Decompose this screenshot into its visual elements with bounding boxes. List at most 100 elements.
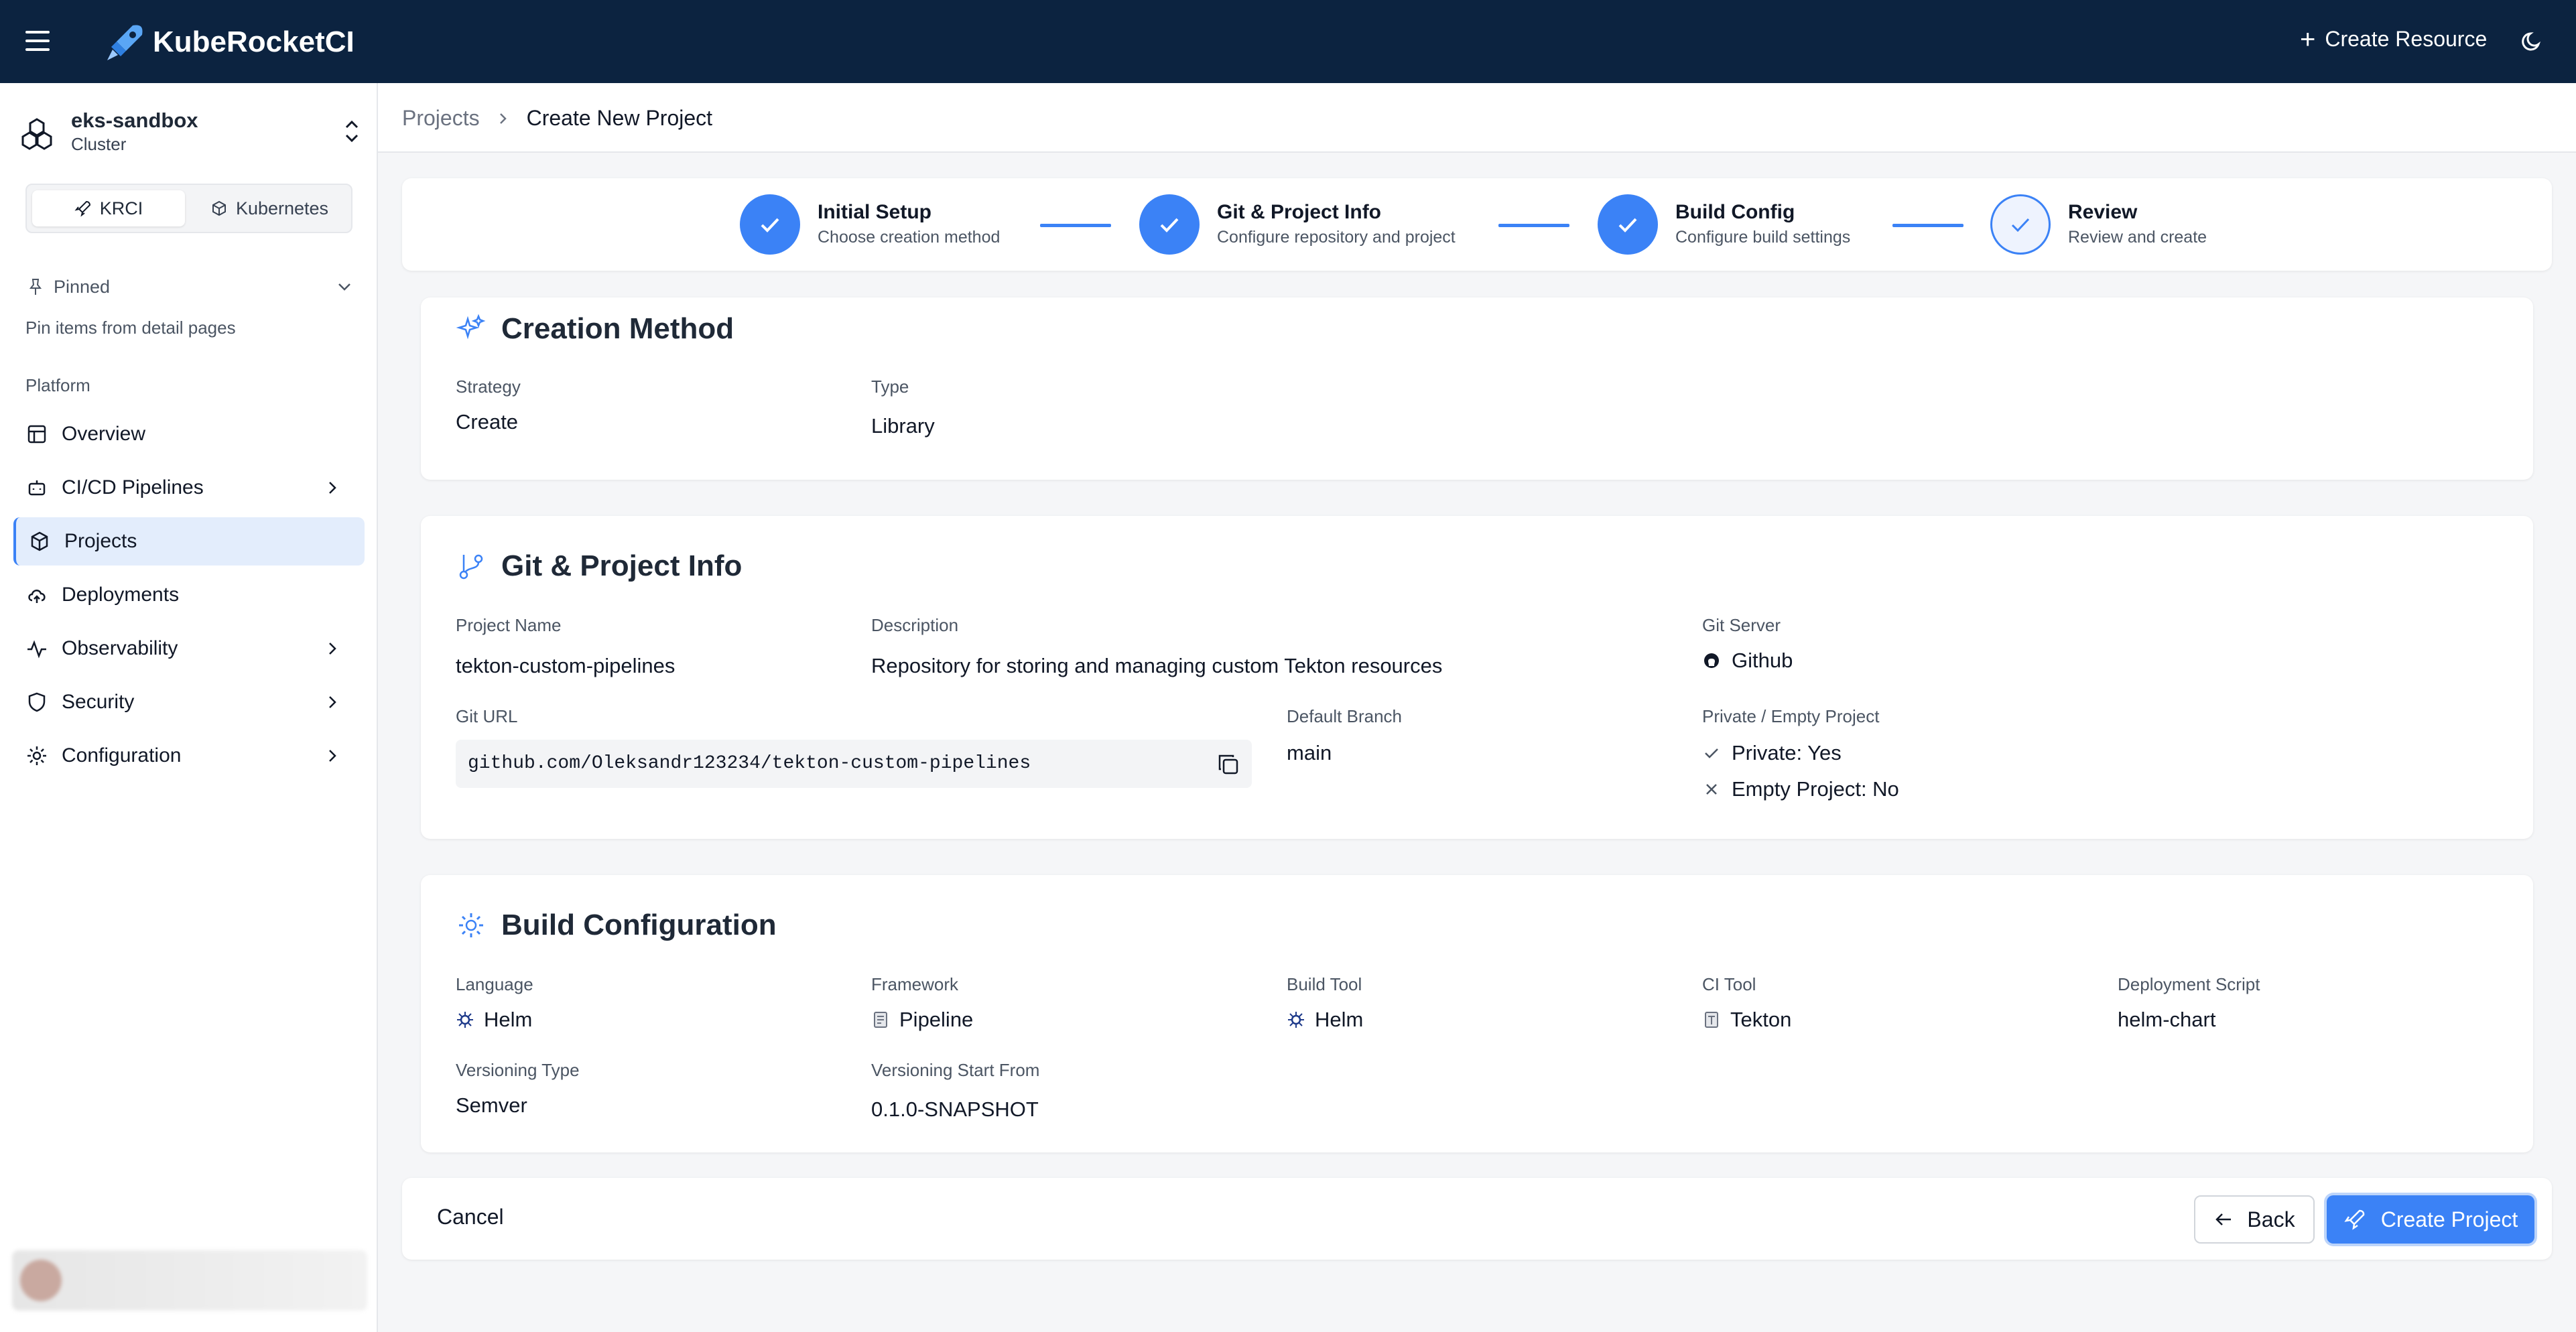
pinned-toggle[interactable]: Pinned (25, 273, 354, 300)
chevron-right-icon (329, 750, 336, 762)
cube-icon (212, 200, 226, 216)
sidebar-item-security[interactable]: Security (13, 678, 365, 726)
sparkles-icon (456, 314, 486, 340)
private-text: Private: Yes (1732, 741, 1842, 764)
step-connector (1498, 224, 1569, 227)
menu-icon[interactable] (25, 31, 50, 51)
strategy-label: Strategy (456, 377, 521, 397)
create-resource-button[interactable]: + Create Resource (2300, 24, 2488, 54)
default-branch-value: main (1287, 741, 1332, 764)
ci-tool-value: Tekton (1702, 1008, 1791, 1032)
step-initial-setup-indicator[interactable] (740, 194, 800, 255)
step-subtitle: Configure repository and project (1217, 228, 1456, 247)
plus-icon: + (2300, 24, 2316, 54)
user-profile[interactable] (12, 1250, 367, 1311)
project-name-value: tekton-custom-pipelines (456, 654, 675, 677)
sidebar-item-label: Overview (62, 423, 146, 445)
sidebar-item-label: Configuration (62, 744, 182, 767)
activity-icon (27, 640, 46, 659)
card-title: Build Configuration (456, 909, 777, 942)
tab-krci[interactable]: KRCI (32, 190, 185, 226)
git-server-text: Github (1732, 649, 1793, 672)
brand-name[interactable]: KubeRocketCI (153, 25, 355, 59)
view-switch: KRCI Kubernetes (25, 184, 352, 233)
sidebar-item-cicd-pipelines[interactable]: CI/CD Pipelines (13, 464, 365, 512)
chevrons-up-down-icon[interactable] (342, 117, 362, 146)
arrow-left-icon (2215, 1213, 2232, 1225)
git-url-value: github.com/Oleksandr123234/tekton-custom… (468, 753, 1031, 774)
language-value: Helm (456, 1008, 532, 1032)
github-icon (1704, 653, 1719, 668)
create-project-button[interactable]: Create Project (2327, 1195, 2534, 1244)
sidebar-item-projects[interactable]: Projects (13, 517, 365, 565)
chevron-right-icon (329, 482, 336, 494)
moon-icon[interactable] (2521, 29, 2545, 54)
type-value: Library (871, 414, 935, 438)
deployment-script-label: Deployment Script (2118, 974, 2260, 994)
step-git-project-indicator[interactable] (1139, 194, 1200, 255)
sidebar-item-overview[interactable]: Overview (13, 410, 365, 458)
create-project-label: Create Project (2380, 1207, 2518, 1231)
chevron-right-icon (329, 643, 336, 655)
sidebar-item-label: CI/CD Pipelines (62, 476, 204, 498)
language-label: Language (456, 974, 533, 994)
pin-icon (29, 279, 42, 295)
default-branch-label: Default Branch (1287, 706, 1402, 726)
type-label: Type (871, 377, 909, 397)
breadcrumb-projects-link[interactable]: Projects (402, 106, 480, 131)
sidebar: eks-sandbox Cluster KRCI Kubernetes Pinn… (0, 83, 378, 1332)
check-icon (1705, 748, 1718, 758)
step-review-indicator[interactable] (1990, 194, 2051, 255)
sidebar-item-deployments[interactable]: Deployments (13, 571, 365, 619)
step-title: Review (2068, 201, 2138, 223)
sidebar-item-configuration[interactable]: Configuration (13, 732, 365, 780)
gear-icon (27, 746, 46, 765)
rocket-icon (74, 200, 90, 217)
bot-icon (28, 480, 46, 496)
back-button[interactable]: Back (2194, 1195, 2315, 1244)
cluster-name[interactable]: eks-sandbox (71, 109, 198, 133)
versioning-start-value: 0.1.0-SNAPSHOT (871, 1097, 1039, 1121)
description-value: Repository for storing and managing cust… (871, 654, 1443, 677)
section-platform: Platform (25, 375, 90, 395)
cluster-type: Cluster (71, 134, 127, 154)
create-resource-label: Create Resource (2325, 27, 2488, 51)
tab-kubernetes[interactable]: Kubernetes (190, 190, 348, 226)
versioning-type-value: Semver (456, 1093, 527, 1117)
card-title: Git & Project Info (456, 549, 742, 583)
strategy-value: Create (456, 410, 519, 434)
helm-icon (1288, 1012, 1304, 1028)
back-label: Back (2247, 1207, 2295, 1231)
check-icon (1160, 218, 1179, 232)
step-connector (1040, 224, 1111, 227)
framework-text: Pipeline (899, 1008, 974, 1031)
tekton-icon (1705, 1012, 1718, 1028)
step-build-config-indicator[interactable] (1598, 194, 1658, 255)
framework-value: Pipeline (871, 1008, 973, 1032)
build-tool-label: Build Tool (1287, 974, 1362, 994)
pinned-hint: Pin items from detail pages (25, 318, 236, 338)
git-url-field: github.com/Oleksandr123234/tekton-custom… (456, 740, 1252, 788)
copy-icon[interactable] (1216, 752, 1241, 777)
versioning-type-label: Versioning Type (456, 1060, 580, 1080)
ci-tool-label: CI Tool (1702, 974, 1756, 994)
git-project-info-card: Git & Project Info Project Name tekton-c… (421, 516, 2533, 839)
check-icon (1618, 218, 1637, 232)
rocket-icon (2344, 1209, 2365, 1230)
language-text: Helm (484, 1008, 533, 1031)
pinned-label: Pinned (54, 276, 111, 297)
wizard-stepper: Initial Setup Choose creation method Git… (402, 178, 2552, 271)
step-title: Build Config (1675, 201, 1795, 223)
deployment-script-value: helm-chart (2118, 1008, 2216, 1031)
cancel-button[interactable]: Cancel (437, 1205, 504, 1229)
step-subtitle: Configure build settings (1675, 228, 1851, 247)
card-title: Creation Method (456, 312, 734, 346)
framework-label: Framework (871, 974, 959, 994)
step-title: Git & Project Info (1217, 201, 1382, 223)
git-url-label: Git URL (456, 706, 518, 726)
build-configuration-card: Build Configuration Language Helm Framew… (421, 875, 2533, 1152)
layout-icon (27, 425, 46, 444)
sidebar-item-observability[interactable]: Observability (13, 624, 365, 673)
cluster-icon (21, 118, 52, 150)
helm-icon (457, 1012, 473, 1028)
